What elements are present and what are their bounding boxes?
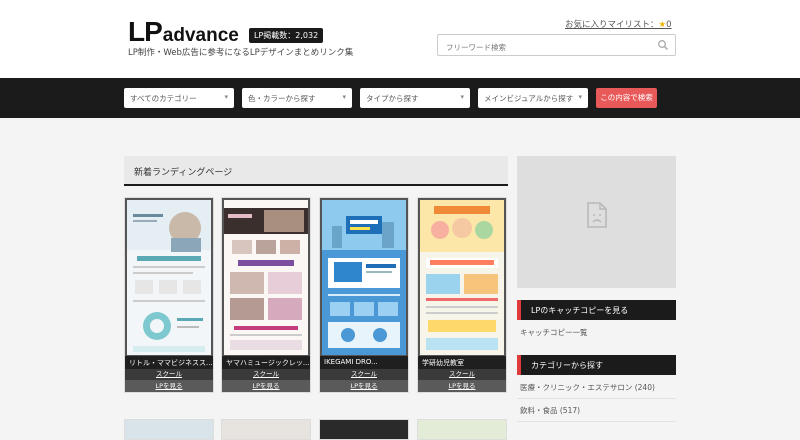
lp-thumbnail[interactable] (420, 200, 504, 355)
view-lp-link[interactable]: LPを見る (418, 380, 506, 392)
sidebar-category-item[interactable]: 飲料・食品 (517) (517, 405, 676, 416)
lp-card-partial[interactable] (124, 419, 214, 440)
type-select[interactable]: タイプから探す ▾ (360, 88, 470, 108)
lp-card-category-link[interactable]: スクール (320, 369, 408, 380)
search-submit-button[interactable]: この内容で検索 (596, 88, 657, 108)
divider (517, 421, 676, 422)
view-lp-link[interactable]: LPを見る (125, 380, 213, 392)
lp-card-partial[interactable] (417, 419, 507, 440)
divider (517, 398, 676, 399)
section-title: 新着ランディングページ (124, 156, 508, 186)
star-icon: ★ (658, 20, 667, 30)
chevron-down-icon: ▾ (224, 93, 228, 101)
ad-placeholder (517, 156, 676, 288)
logo-lp: LP (128, 16, 163, 47)
lp-thumbnail[interactable] (127, 200, 211, 355)
lp-card[interactable]: IKEGAMI DRO... スクール LPを見る (319, 197, 409, 393)
site-tagline: LP制作・Web広告に参考になるLPデザインまとめリンク集 (128, 48, 354, 58)
lp-card-category-link[interactable]: スクール (222, 369, 310, 380)
search-icon[interactable] (657, 39, 669, 51)
lp-card-title[interactable]: IKEGAMI DRO... (320, 356, 408, 369)
filter-bar: すべてのカテゴリー ▾ 色・カラーから探す ▾ タイプから探す ▾ メインビジュ… (0, 78, 800, 118)
lp-thumbnail[interactable] (322, 200, 406, 355)
lp-card[interactable]: ヤマハミュージックレッ... スクール LPを見る (221, 197, 311, 393)
catchcopy-heading: LPのキャッチコピーを見る (517, 300, 676, 320)
broken-image-icon (587, 202, 607, 228)
favorites-count: 0 (666, 20, 672, 30)
chevron-down-icon: ▾ (460, 93, 464, 101)
sidebar-category-item[interactable]: 医療・クリニック・エステサロン (240) (517, 382, 676, 393)
logo-advance: advance (162, 25, 239, 46)
lp-card-category-link[interactable]: スクール (125, 369, 213, 380)
category-select-value: すべてのカテゴリー (130, 94, 197, 103)
lp-card-title[interactable]: 学研幼児教室 (418, 356, 506, 369)
chevron-down-icon: ▾ (342, 93, 346, 101)
favorites-link[interactable]: お気に入りマイリスト：★0 (565, 18, 672, 30)
lp-card[interactable]: 学研幼児教室 スクール LPを見る (417, 197, 507, 393)
lp-card-category-link[interactable]: スクール (418, 369, 506, 380)
color-select-value: 色・カラーから探す (248, 94, 316, 103)
catchcopy-list-link[interactable]: キャッチコピー一覧 (517, 327, 676, 338)
site-logo[interactable]: LP advance (128, 16, 239, 48)
color-select[interactable]: 色・カラーから探す ▾ (242, 88, 352, 108)
type-select-value: タイプから探す (366, 94, 419, 103)
favorites-label: お気に入りマイリスト： (565, 20, 659, 30)
search-input[interactable] (438, 37, 638, 58)
lp-card-partial[interactable] (319, 419, 409, 440)
lp-card[interactable]: リトル・ママビジネスス... スクール LPを見る (124, 197, 214, 393)
chevron-down-icon: ▾ (578, 93, 582, 101)
site-header: LP advance LP掲載数：2,032 LP制作・Web広告に参考になるL… (0, 0, 800, 78)
search-box (437, 34, 676, 58)
lp-card-title[interactable]: リトル・ママビジネスス... (125, 356, 213, 369)
main-visual-select[interactable]: メインビジュアルから探す ▾ (478, 88, 588, 108)
lp-card-title[interactable]: ヤマハミュージックレッ... (222, 356, 310, 369)
view-lp-link[interactable]: LPを見る (222, 380, 310, 392)
category-heading: カテゴリーから探す (517, 355, 676, 375)
lp-thumbnail[interactable] (224, 200, 308, 355)
lp-card-partial[interactable] (221, 419, 311, 440)
main-visual-select-value: メインビジュアルから探す (484, 94, 574, 103)
lp-count-badge: LP掲載数：2,032 (249, 28, 324, 43)
view-lp-link[interactable]: LPを見る (320, 380, 408, 392)
category-select[interactable]: すべてのカテゴリー ▾ (124, 88, 234, 108)
